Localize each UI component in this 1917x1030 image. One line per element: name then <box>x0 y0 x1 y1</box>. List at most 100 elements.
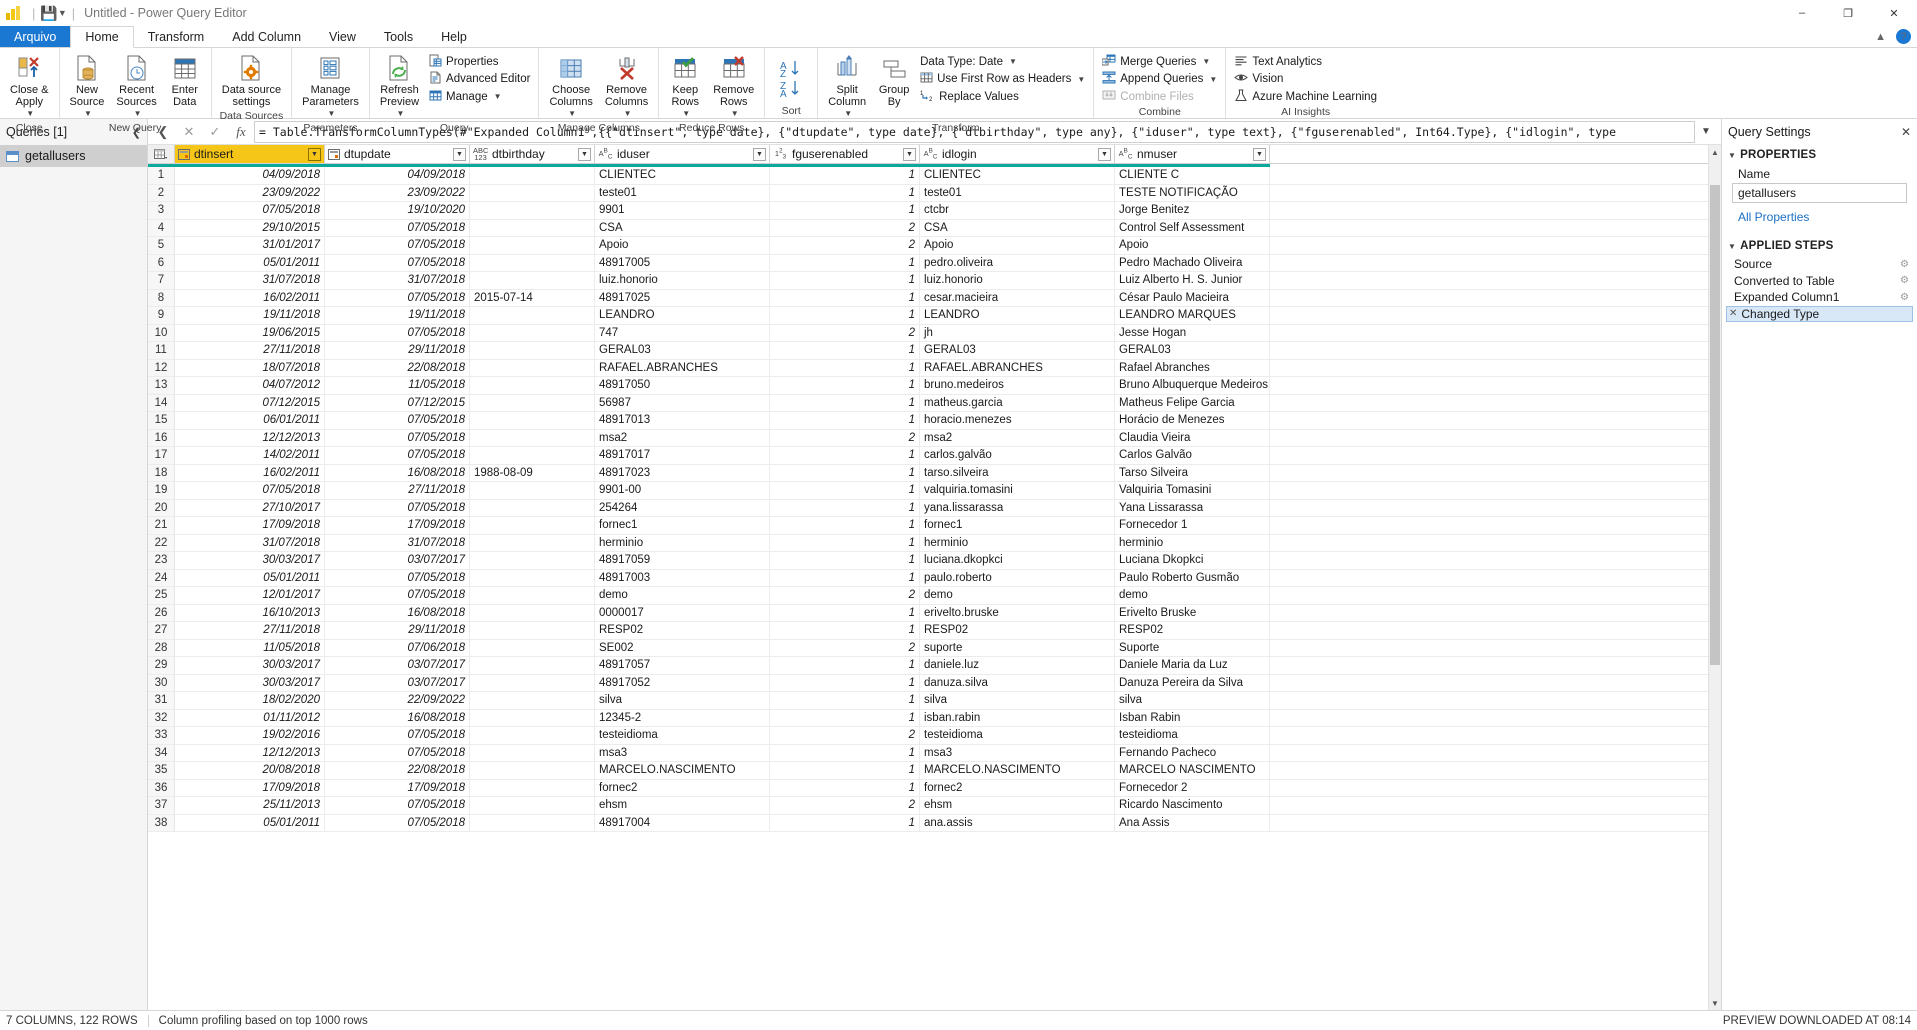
table-cell[interactable]: Erivelto Bruske <box>1115 604 1270 621</box>
table-row[interactable]: 29 30/03/2017 03/07/2017 48917057 1 daniele.l… <box>148 657 1708 675</box>
table-cell[interactable]: Isban Rabin <box>1115 709 1270 726</box>
table-cell[interactable]: 07/05/2018 <box>325 219 470 236</box>
maximize-button[interactable]: ❐ <box>1825 0 1871 26</box>
table-cell[interactable]: 1 <box>770 709 920 726</box>
row-number[interactable]: 37 <box>148 797 175 814</box>
table-cell[interactable]: 07/05/2018 <box>175 482 325 499</box>
group-by-button[interactable]: Group By <box>872 51 916 110</box>
table-cell[interactable] <box>470 499 595 516</box>
name-input[interactable]: getallusers <box>1732 183 1907 203</box>
table-cell[interactable]: 07/05/2018 <box>325 412 470 429</box>
table-cell[interactable] <box>470 534 595 551</box>
table-cell[interactable]: 07/05/2018 <box>325 814 470 831</box>
scroll-down-icon[interactable]: ▼ <box>1709 996 1721 1010</box>
table-cell[interactable]: demo <box>595 587 770 604</box>
table-cell[interactable]: 12345-2 <box>595 709 770 726</box>
table-cell[interactable]: RAFAEL.ABRANCHES <box>920 359 1115 376</box>
table-cell[interactable]: daniele.luz <box>920 657 1115 674</box>
row-number[interactable]: 7 <box>148 272 175 289</box>
table-cell[interactable]: 1 <box>770 534 920 551</box>
table-cell[interactable]: 06/01/2011 <box>175 412 325 429</box>
table-cell[interactable]: carlos.galvão <box>920 447 1115 464</box>
table-cell[interactable]: Danuza Pereira da Silva <box>1115 674 1270 691</box>
table-cell[interactable]: 16/02/2011 <box>175 289 325 306</box>
table-cell[interactable]: yana.lissarassa <box>920 499 1115 516</box>
table-row[interactable]: 7 31/07/2018 31/07/2018 luiz.honorio 1 luiz.h… <box>148 272 1708 290</box>
table-cell[interactable]: 12/12/2013 <box>175 429 325 446</box>
table-cell[interactable]: 16/08/2018 <box>325 604 470 621</box>
chevron-down-icon[interactable]: ▼ <box>624 108 632 120</box>
table-cell[interactable]: 18/07/2018 <box>175 359 325 376</box>
row-number[interactable]: 2 <box>148 184 175 201</box>
table-cell[interactable]: 11/05/2018 <box>325 377 470 394</box>
table-cell[interactable]: teste01 <box>920 184 1115 201</box>
table-cell[interactable]: Apoio <box>595 237 770 254</box>
table-cell[interactable]: 12/12/2013 <box>175 744 325 761</box>
grid-vertical-scrollbar[interactable]: ▲ ▼ <box>1708 145 1721 1010</box>
table-cell[interactable] <box>470 447 595 464</box>
table-cell[interactable]: pedro.oliveira <box>920 254 1115 271</box>
table-cell[interactable]: fornec2 <box>595 779 770 796</box>
table-row[interactable]: 20 27/10/2017 07/05/2018 254264 1 yana.lissar… <box>148 499 1708 517</box>
table-cell[interactable]: isban.rabin <box>920 709 1115 726</box>
table-cell[interactable] <box>470 709 595 726</box>
replace-values-button[interactable]: 1 2 Replace Values <box>916 88 1089 106</box>
row-number[interactable]: 20 <box>148 499 175 516</box>
table-cell[interactable]: horacio.menezes <box>920 412 1115 429</box>
chevron-down-icon[interactable]: ▼ <box>134 108 142 120</box>
table-cell[interactable]: 30/03/2017 <box>175 657 325 674</box>
remove-columns-button[interactable]: Remove Columns ▼ <box>599 51 654 122</box>
table-row[interactable]: 32 01/11/2012 16/08/2018 12345-2 1 isban.rabi… <box>148 709 1708 727</box>
table-cell[interactable]: 18/02/2020 <box>175 692 325 709</box>
table-cell[interactable]: 2015-07-14 <box>470 289 595 306</box>
table-cell[interactable] <box>470 342 595 359</box>
row-number[interactable]: 14 <box>148 394 175 411</box>
table-cell[interactable]: jh <box>920 324 1115 341</box>
table-cell[interactable]: 1 <box>770 744 920 761</box>
table-cell[interactable]: 17/09/2018 <box>175 779 325 796</box>
table-cell[interactable]: 1 <box>770 377 920 394</box>
table-cell[interactable]: testeidioma <box>920 727 1115 744</box>
table-cell[interactable]: danuza.silva <box>920 674 1115 691</box>
table-cell[interactable]: 2 <box>770 429 920 446</box>
row-number[interactable]: 33 <box>148 727 175 744</box>
table-cell[interactable]: LEANDRO <box>920 307 1115 324</box>
table-row[interactable]: 3 07/05/2018 19/10/2020 9901 1 ctcbr Jorge Ben… <box>148 202 1708 220</box>
table-row[interactable]: 22 31/07/2018 31/07/2018 herminio 1 herminio h… <box>148 534 1708 552</box>
chevron-down-icon[interactable]: ▼ <box>397 108 405 120</box>
tab-tools[interactable]: Tools <box>370 26 427 47</box>
table-cell[interactable]: 0000017 <box>595 604 770 621</box>
minimize-button[interactable]: – <box>1779 0 1825 26</box>
table-cell[interactable]: TESTE NOTIFICAÇÃO <box>1115 184 1270 201</box>
table-cell[interactable] <box>470 657 595 674</box>
chevron-down-icon[interactable]: ▼ <box>26 108 34 120</box>
data-type-dropdown[interactable]: Data Type: Date ▼ <box>916 53 1089 71</box>
table-cell[interactable]: 16/02/2011 <box>175 464 325 481</box>
table-cell[interactable]: 05/01/2011 <box>175 814 325 831</box>
table-cell[interactable] <box>470 377 595 394</box>
row-number[interactable]: 22 <box>148 534 175 551</box>
table-cell[interactable]: 07/05/2018 <box>325 499 470 516</box>
recent-sources-button[interactable]: Recent Sources ▼ <box>110 51 162 122</box>
table-cell[interactable]: 1 <box>770 412 920 429</box>
table-cell[interactable]: silva <box>1115 692 1270 709</box>
table-cell[interactable]: 2 <box>770 639 920 656</box>
table-row[interactable]: 34 12/12/2013 07/05/2018 msa3 1 msa3 Fernando … <box>148 744 1708 762</box>
column-filter-dropdown[interactable]: ▼ <box>1098 147 1111 161</box>
applied-steps-section-header[interactable]: ▼ APPLIED STEPS <box>1728 240 1911 252</box>
chevron-down-icon[interactable]: ▼ <box>682 108 690 120</box>
table-cell[interactable]: 48917004 <box>595 814 770 831</box>
table-cell[interactable]: GERAL03 <box>1115 342 1270 359</box>
row-number[interactable]: 27 <box>148 622 175 639</box>
table-cell[interactable]: demo <box>920 587 1115 604</box>
column-filter-dropdown[interactable]: ▼ <box>578 147 591 161</box>
table-cell[interactable]: 22/08/2018 <box>325 359 470 376</box>
table-cell[interactable]: MARCELO NASCIMENTO <box>1115 762 1270 779</box>
table-cell[interactable]: 22/08/2018 <box>325 762 470 779</box>
table-cell[interactable]: Paulo Roberto Gusmão <box>1115 569 1270 586</box>
table-cell[interactable]: herminio <box>920 534 1115 551</box>
table-cell[interactable]: 1 <box>770 272 920 289</box>
table-cell[interactable]: testeidioma <box>1115 727 1270 744</box>
table-cell[interactable]: 20/08/2018 <box>175 762 325 779</box>
table-cell[interactable]: 2 <box>770 727 920 744</box>
